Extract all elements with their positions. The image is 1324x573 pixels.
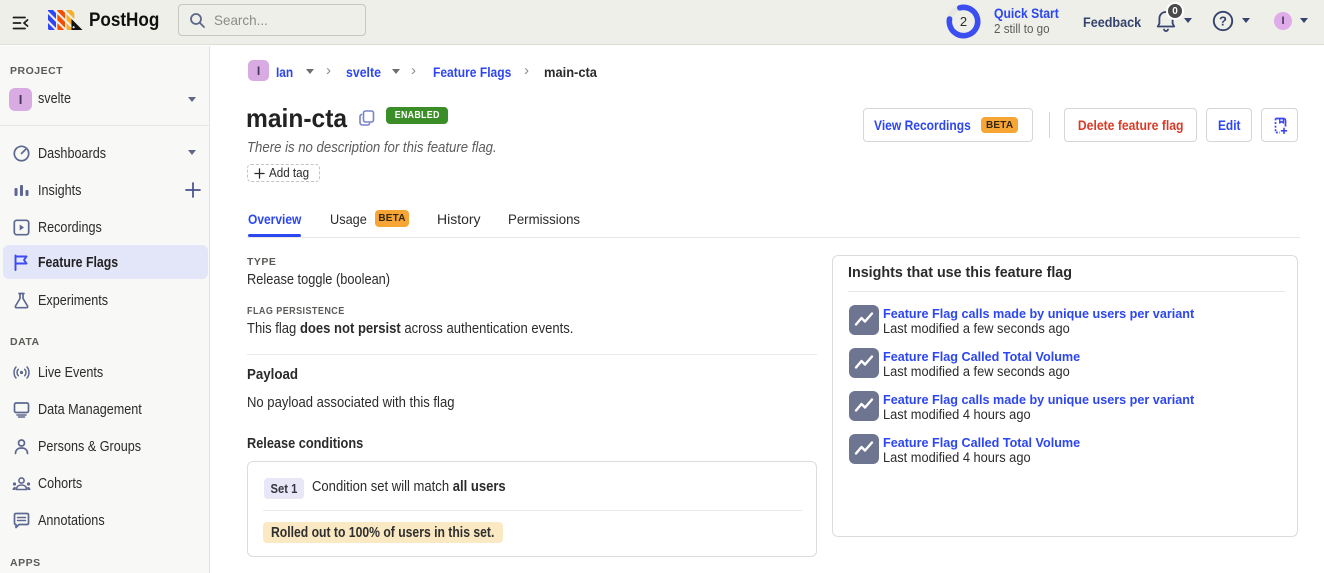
svg-text:2: 2 bbox=[960, 14, 967, 29]
svg-text:?: ? bbox=[1219, 14, 1227, 29]
